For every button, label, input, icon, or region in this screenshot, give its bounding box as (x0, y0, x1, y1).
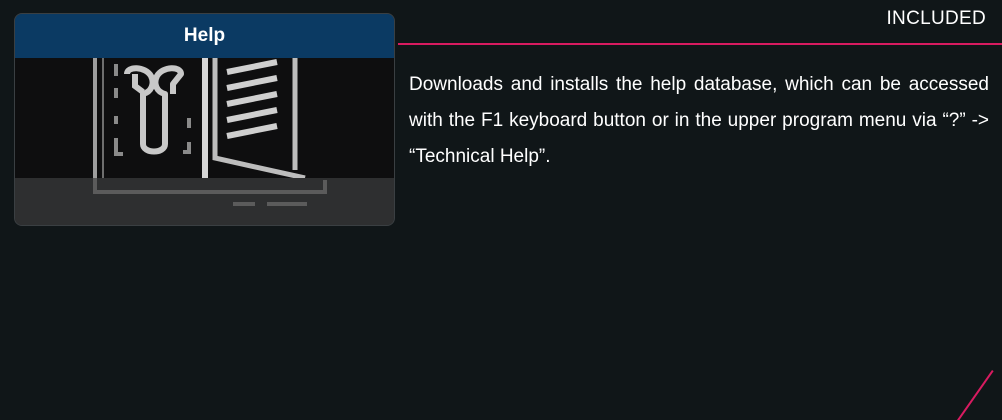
module-panel: INCLUDED Help Downloads and installs the… (0, 0, 1002, 420)
help-module-card[interactable]: Help (14, 13, 395, 226)
card-footer (15, 178, 394, 225)
card-footer-lines (93, 178, 327, 206)
wrench-and-manual-icon (93, 58, 306, 178)
accent-slash-right (951, 370, 994, 420)
module-description: Downloads and installs the help database… (409, 74, 989, 167)
card-title: Help (15, 14, 394, 58)
included-badge: INCLUDED (886, 8, 986, 29)
card-image (15, 58, 394, 178)
accent-divider (398, 43, 1002, 45)
